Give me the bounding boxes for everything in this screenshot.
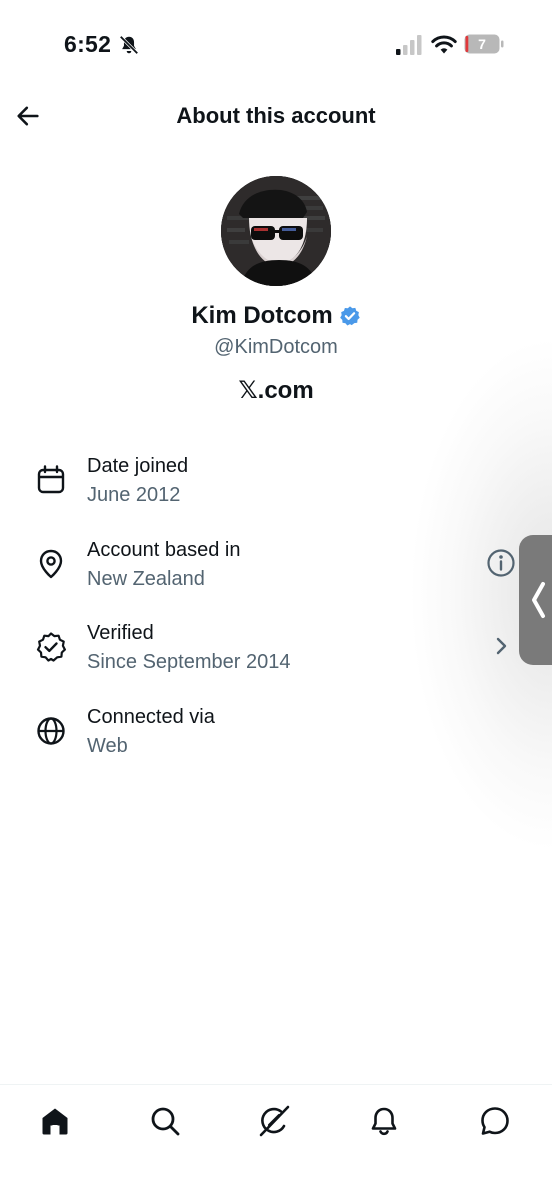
avatar[interactable] [221, 176, 331, 286]
verified-detail-button[interactable] [486, 631, 516, 661]
verified-badge-icon[interactable] [339, 305, 361, 327]
battery-icon: 7 [464, 34, 504, 54]
header: About this account [0, 90, 552, 142]
info-list: Date joined June 2012 Account based in N… [0, 440, 552, 774]
battery-level: 7 [478, 36, 486, 52]
notifications-icon [371, 1107, 397, 1136]
info-label: Connected via [87, 705, 215, 728]
info-button[interactable] [486, 548, 516, 578]
status-bar: 6:52 7 [0, 0, 552, 90]
name-row: Kim Dotcom [0, 302, 552, 330]
info-circle-icon [487, 548, 515, 577]
info-value: June 2012 [87, 484, 181, 506]
wifi-icon [431, 35, 457, 54]
site-label: 𝕏.com [238, 377, 314, 404]
tab-notifications[interactable] [364, 1101, 404, 1141]
info-value: New Zealand [87, 567, 205, 590]
tab-grok[interactable] [254, 1101, 294, 1141]
verified-seal-icon [36, 632, 66, 662]
status-time: 6:52 [64, 31, 112, 57]
chevron-left-icon [532, 582, 545, 618]
side-panel-handle[interactable] [519, 535, 552, 665]
info-item-account-based-in: Account based in New Zealand [0, 524, 552, 608]
tab-search[interactable] [145, 1101, 185, 1141]
handle: @KimDotcom [214, 336, 338, 358]
chevron-right-icon [496, 637, 507, 655]
info-item-verified[interactable]: Verified Since September 2014 [0, 607, 552, 691]
search-icon [151, 1107, 180, 1136]
location-pin-icon [39, 549, 63, 578]
tab-bar [0, 1084, 552, 1200]
info-item-connected-via: Connected via Web [0, 691, 552, 775]
grok-icon [259, 1105, 290, 1137]
tab-messages[interactable] [475, 1101, 515, 1141]
info-item-date-joined: Date joined June 2012 [0, 440, 552, 524]
page-title: About this account [176, 103, 376, 128]
globe-icon [37, 716, 65, 745]
messages-icon [481, 1107, 509, 1135]
tab-home[interactable] [35, 1101, 75, 1141]
avatar-image [221, 176, 331, 286]
info-label: Verified [87, 622, 154, 644]
info-value: Web [87, 734, 128, 757]
calendar-icon [37, 465, 65, 494]
info-value: Since September 2014 [87, 651, 291, 673]
info-label: Account based in [87, 538, 241, 561]
cellular-signal-icon [396, 35, 422, 55]
bell-slash-icon [119, 35, 139, 55]
info-label: Date joined [87, 455, 189, 477]
display-name: Kim Dotcom [191, 302, 333, 329]
home-icon [42, 1108, 68, 1135]
